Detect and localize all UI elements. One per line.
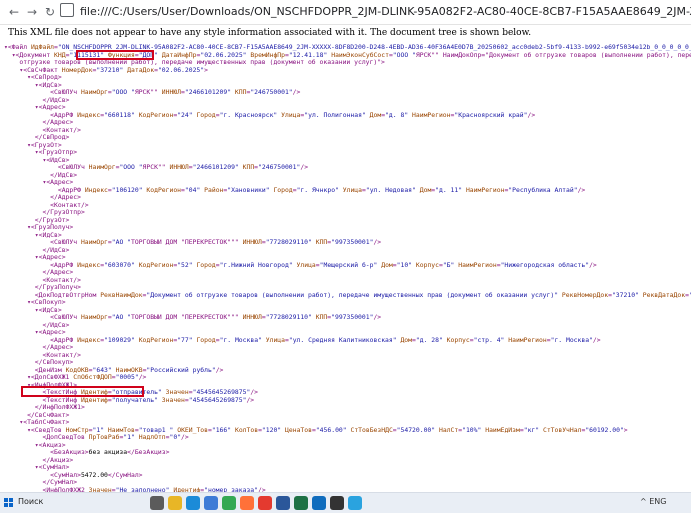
xml-line[interactable]: ▾<ДопСвФХЖ1 СпОбстФДОП="0005"/> xyxy=(4,374,691,382)
browser-toolbar: ← → ↻ file:///C:/Users/User/Downloads/ON… xyxy=(0,0,691,25)
reload-icon[interactable]: ↻ xyxy=(42,4,58,20)
xml-line: <Контакт/> xyxy=(4,201,89,209)
xml-line[interactable]: ▾<Адрес> xyxy=(4,104,691,112)
taskbar-app-icon[interactable] xyxy=(294,496,308,510)
xml-line: </СвСчФакт> xyxy=(4,411,70,419)
xml-line[interactable]: ▾<ИдСв> xyxy=(4,157,691,165)
xml-line: </ГрузОт> xyxy=(4,216,70,224)
taskbar-app-icon[interactable] xyxy=(222,496,236,510)
taskbar-app-icon[interactable] xyxy=(204,496,218,510)
file-icon xyxy=(60,3,74,17)
xml-line: <Контакт/> xyxy=(4,351,81,359)
address-text: file:///C:/Users/User/Downloads/ON_NSCHF… xyxy=(80,5,691,18)
xml-line: </ГрузОтпр> xyxy=(4,209,85,216)
xml-line: отгрузке товаров (выполнении работ), пер… xyxy=(4,59,385,66)
xml-line: <Контакт/> xyxy=(4,126,81,134)
no-style-notice: This XML file does not appear to have an… xyxy=(8,28,532,38)
xml-line: </Акциз> xyxy=(4,456,74,464)
xml-line: </ГрузПолуч> xyxy=(4,284,81,291)
xml-line: <Контакт/> xyxy=(4,276,81,284)
xml-line: <ДокПодтвОтгрНом РеквНаимДок="Документ о… xyxy=(4,291,691,299)
xml-line: <СумНал>5472.00</СумНал> xyxy=(4,471,143,479)
xml-line: <АдрРФ Индекс="109029" КодРегион="77" Го… xyxy=(4,336,601,344)
highlight-function xyxy=(76,50,154,60)
xml-line[interactable]: ▾<ИдСв> xyxy=(4,82,691,90)
xml-line: </СумНал> xyxy=(4,479,78,486)
system-tray[interactable]: ^ ENG xyxy=(640,497,666,506)
xml-line: <АдрРФ Индекс="603070" КодРегион="52" Го… xyxy=(4,261,597,269)
xml-line[interactable]: ▾<СвПокуп> xyxy=(4,299,691,307)
xml-line[interactable]: ▾<Акциз> xyxy=(4,442,691,450)
xml-line: </ИдСв> xyxy=(4,171,78,179)
taskbar-app-icon[interactable] xyxy=(312,496,326,510)
taskbar-app-icon[interactable] xyxy=(186,496,200,510)
forward-icon[interactable]: → xyxy=(24,4,40,20)
taskbar-app-icon[interactable] xyxy=(348,496,362,510)
xml-line: </ИнфПолФХЖ1> xyxy=(4,404,85,411)
xml-line: <БезАкциз>без акциза</БезАкциз> xyxy=(4,449,170,456)
xml-line: </ИдСв> xyxy=(4,246,70,254)
taskbar-app-icon[interactable] xyxy=(168,496,182,510)
xml-line[interactable]: ▾<ГрузОтпр> xyxy=(4,149,691,157)
xml-line[interactable]: ▾<ГрузПолуч> xyxy=(4,224,691,232)
xml-line[interactable]: ▾<СвПрод> xyxy=(4,74,691,82)
xml-line: <ТекстИнф Идентиф="получатель" Значен="4… xyxy=(4,396,255,404)
xml-line: </ИдСв> xyxy=(4,321,70,329)
xml-line[interactable]: ▾<СвСчФакт НомерДок="37210" ДатаДок="02.… xyxy=(4,67,691,75)
xml-line: </ИдСв> xyxy=(4,96,70,104)
xml-line: </Адрес> xyxy=(4,344,74,351)
taskbar-app-icon[interactable] xyxy=(330,496,344,510)
xml-line: <СвЮЛУч НаимОрг="АО "ТОРГОВЫЙ ДОМ "ПЕРЕК… xyxy=(4,239,382,246)
xml-line: <СвЮЛУч НаимОрг="ООО "ЯРСК"" ИННЮЛ="2466… xyxy=(4,89,301,96)
xml-line: <АдрРФ Индекс="660118" КодРегион="24" Го… xyxy=(4,111,536,119)
xml-line: </Адрес> xyxy=(4,269,74,276)
xml-line: </Адрес> xyxy=(4,119,74,126)
windows-start-icon[interactable] xyxy=(4,498,14,508)
xml-line[interactable]: ▾<ТаблСчФакт> xyxy=(4,419,691,427)
xml-line[interactable]: ▾<ИдСв> xyxy=(4,232,691,240)
xml-viewer: This XML file does not appear to have an… xyxy=(0,24,691,492)
xml-line[interactable]: ▾<Адрес> xyxy=(4,179,691,187)
highlight-dopsv xyxy=(21,386,144,397)
xml-line: </Адрес> xyxy=(4,194,81,201)
xml-line[interactable]: ▾<СведТов НомСтр="1" НаимТов="товар1 " О… xyxy=(4,427,691,435)
taskbar-app-icon[interactable] xyxy=(276,496,290,510)
xml-line: <АдрРФ Индекс="106120" КодРегион="04" Ра… xyxy=(4,186,586,194)
taskbar-app-icon[interactable] xyxy=(150,496,164,510)
taskbar-search[interactable]: Поиск xyxy=(18,497,43,506)
xml-line[interactable]: ▾<Адрес> xyxy=(4,329,691,337)
xml-line[interactable]: ▾<Адрес> xyxy=(4,254,691,262)
xml-line: <ДопСведТов ПрТовРаб="1" НадлОтп="0"/> xyxy=(4,434,189,441)
xml-line: <СвЮЛУч НаимОрг="ООО "ЯРСК"" ИННЮЛ="2466… xyxy=(4,164,309,171)
back-icon[interactable]: ← xyxy=(6,4,22,20)
xml-line: </СвПрод> xyxy=(4,134,70,141)
taskbar-app-icon[interactable] xyxy=(258,496,272,510)
taskbar: Поиск ^ ENG xyxy=(0,492,691,513)
xml-line[interactable]: ▾<СумНал> xyxy=(4,464,691,472)
xml-line[interactable]: ▾<ИдСв> xyxy=(4,307,691,315)
taskbar-app-icon[interactable] xyxy=(240,496,254,510)
xml-line[interactable]: ▾<ГрузОт> xyxy=(4,142,691,150)
address-bar[interactable]: file:///C:/Users/User/Downloads/ON_NSCHF… xyxy=(60,3,691,21)
xml-line: <ДенИзм КодОКВ="643" НаимОКВ="Российский… xyxy=(4,366,224,374)
xml-line: </СвПокуп> xyxy=(4,359,74,366)
xml-line: <СвЮЛУч НаимОрг="АО "ТОРГОВЫЙ ДОМ "ПЕРЕК… xyxy=(4,314,382,321)
document-tree: ▾<Файл ИдФайл="ON_NSCHFDOPPR_2JM-DLINK-9… xyxy=(4,44,691,492)
